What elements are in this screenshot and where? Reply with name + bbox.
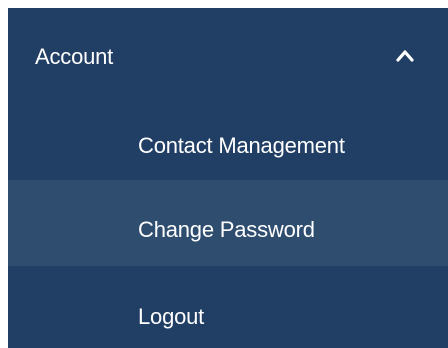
- account-menu-title: Account: [35, 44, 114, 69]
- menu-item-contact-management[interactable]: Contact Management: [8, 96, 448, 180]
- menu-item-change-password[interactable]: Change Password: [8, 180, 448, 266]
- account-menu-header[interactable]: Account: [8, 8, 448, 100]
- menu-item-logout[interactable]: Logout: [8, 266, 448, 348]
- account-menu: Account Contact Management Change Passwo…: [8, 8, 448, 348]
- menu-item-label: Change Password: [138, 217, 315, 242]
- menu-item-label: Contact Management: [138, 133, 345, 158]
- chevron-up-icon[interactable]: [396, 48, 414, 62]
- menu-item-label: Logout: [138, 304, 205, 329]
